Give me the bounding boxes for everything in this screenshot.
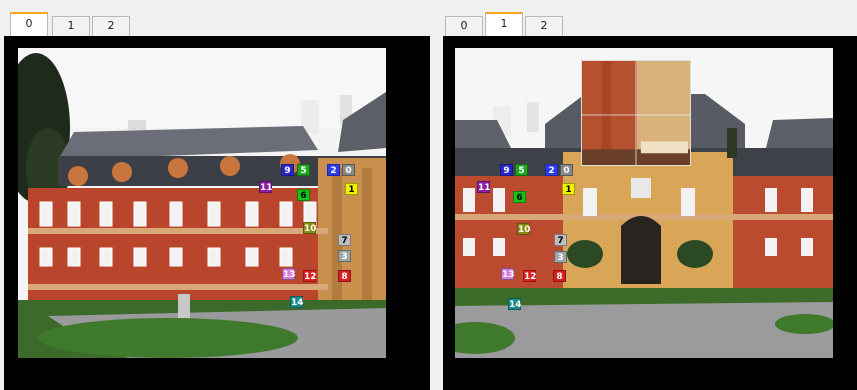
right-marker-3[interactable]: 3	[554, 251, 567, 263]
left-marker-0[interactable]: 0	[342, 164, 355, 176]
left-tab-bar: 0 1 2	[0, 10, 430, 36]
zoom-patch-overlay	[581, 60, 691, 166]
right-marker-8[interactable]: 8	[553, 270, 566, 282]
right-tab-1[interactable]: 1	[485, 12, 523, 36]
right-marker-5[interactable]: 5	[515, 164, 528, 176]
right-tab-0[interactable]: 0	[445, 16, 483, 36]
left-marker-10[interactable]: 10	[303, 222, 317, 234]
left-marker-13[interactable]: 13	[282, 268, 296, 280]
right-marker-14[interactable]: 14	[508, 298, 522, 310]
right-marker-13[interactable]: 13	[501, 268, 515, 280]
left-marker-12[interactable]: 12	[303, 270, 317, 282]
left-image-canvas[interactable]: 9 5 2 0 11 1 6 10 7 3 12 8 13 14	[4, 36, 430, 390]
right-marker-1[interactable]: 1	[562, 183, 575, 195]
left-view-pane: 0 1 2 9 5 2 0 11 1 6 10 7 3 12 8 13 14	[0, 0, 430, 390]
right-marker-11[interactable]: 11	[477, 181, 491, 193]
left-tab-1[interactable]: 1	[52, 16, 90, 36]
left-marker-1[interactable]: 1	[345, 183, 358, 195]
left-marker-14[interactable]: 14	[290, 296, 304, 308]
right-marker-2[interactable]: 2	[545, 164, 558, 176]
right-marker-9[interactable]: 9	[500, 164, 513, 176]
left-building-photo: 9 5 2 0 11 1 6 10 7 3 12 8 13 14	[18, 48, 386, 358]
right-marker-7[interactable]: 7	[554, 234, 567, 246]
left-tab-2[interactable]: 2	[92, 16, 130, 36]
left-marker-6[interactable]: 6	[297, 189, 310, 201]
right-view-pane: 0 1 2 9 5 2 0 11 1 6 10 7 3 12 8 13 14	[437, 0, 857, 390]
right-image-canvas[interactable]: 9 5 2 0 11 1 6 10 7 3 12 8 13 14	[443, 36, 857, 390]
right-marker-6[interactable]: 6	[513, 191, 526, 203]
left-marker-11[interactable]: 11	[259, 181, 273, 193]
left-marker-2[interactable]: 2	[327, 164, 340, 176]
left-marker-5[interactable]: 5	[297, 164, 310, 176]
left-marker-7[interactable]: 7	[338, 234, 351, 246]
right-marker-12[interactable]: 12	[523, 270, 537, 282]
right-building-photo: 9 5 2 0 11 1 6 10 7 3 12 8 13 14	[455, 48, 833, 358]
left-marker-3[interactable]: 3	[338, 250, 351, 262]
right-tab-bar: 0 1 2	[437, 10, 857, 36]
right-tab-2[interactable]: 2	[525, 16, 563, 36]
right-marker-10[interactable]: 10	[517, 223, 531, 235]
left-tab-0[interactable]: 0	[10, 12, 48, 36]
left-marker-9[interactable]: 9	[281, 164, 294, 176]
right-marker-0[interactable]: 0	[560, 164, 573, 176]
left-marker-8[interactable]: 8	[338, 270, 351, 282]
